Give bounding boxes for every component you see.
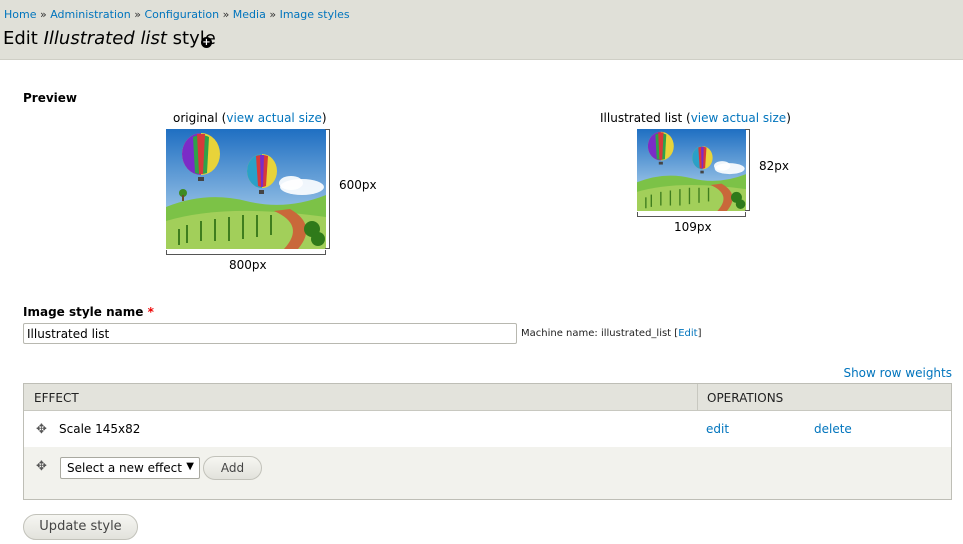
new-effect-select-value: Select a new effect	[67, 461, 182, 475]
original-width-bracket	[166, 250, 326, 255]
column-header-operations: Operations	[707, 391, 784, 405]
drag-handle-icon[interactable]: ✥	[35, 460, 48, 473]
effects-table: Effect Operations ✥ Scale 145x82 edit de…	[23, 383, 952, 500]
preview-label: Preview	[23, 91, 78, 105]
table-row: ✥ Scale 145x82 edit delete	[24, 411, 951, 447]
derivative-caption: Illustrated list (view actual size)	[600, 111, 791, 125]
table-header: Effect Operations	[24, 384, 951, 411]
breadcrumb-separator: »	[222, 8, 230, 21]
original-view-actual-size-link[interactable]: view actual size	[226, 111, 321, 125]
derivative-width-label: 109px	[674, 220, 712, 234]
style-name-label: Image style name *	[23, 305, 154, 319]
column-divider	[697, 384, 698, 411]
breadcrumb-administration[interactable]: Administration	[50, 8, 131, 21]
breadcrumb: Home » Administration » Configuration » …	[4, 8, 350, 21]
derivative-height-label: 82px	[759, 159, 789, 173]
page-title: Edit Illustrated list style	[3, 28, 216, 49]
title-prefix: Edit	[3, 28, 44, 49]
drag-handle-icon[interactable]: ✥	[35, 423, 48, 436]
breadcrumb-home[interactable]: Home	[4, 8, 36, 21]
breadcrumb-media[interactable]: Media	[233, 8, 266, 21]
add-shortcut-icon[interactable]: +	[201, 37, 212, 48]
original-preview-image[interactable]	[166, 129, 326, 249]
style-name-label-text: Image style name	[23, 305, 144, 319]
original-width-label: 800px	[229, 258, 267, 272]
derivative-width-bracket	[637, 212, 746, 217]
new-effect-select[interactable]: Select a new effect ▼	[60, 457, 200, 479]
effect-name: Scale 145x82	[59, 422, 141, 436]
add-effect-button[interactable]: Add	[203, 456, 262, 480]
breadcrumb-separator: »	[134, 8, 141, 21]
delete-effect-link[interactable]: delete	[814, 422, 852, 436]
original-height-label: 600px	[339, 178, 377, 192]
edit-effect-link[interactable]: edit	[706, 422, 729, 436]
original-caption-suffix: )	[321, 111, 327, 125]
update-style-button[interactable]: Update style	[23, 514, 138, 540]
machine-name-suffix: ]	[697, 328, 702, 339]
balloon-landscape-image	[166, 129, 326, 249]
column-header-effect: Effect	[34, 391, 79, 405]
required-marker: *	[147, 305, 154, 319]
original-caption: original (view actual size)	[173, 111, 327, 125]
title-style-name: Illustrated list	[43, 28, 167, 49]
breadcrumb-configuration[interactable]: Configuration	[144, 8, 219, 21]
original-caption-prefix: original (	[173, 111, 227, 125]
original-height-bracket	[325, 129, 330, 249]
machine-name-text: Machine name: illustrated_list [	[521, 328, 679, 339]
dropdown-caret-icon: ▼	[186, 461, 194, 472]
breadcrumb-separator: »	[269, 8, 277, 21]
style-name-input[interactable]	[23, 323, 517, 344]
balloon-landscape-image-scaled	[637, 129, 746, 211]
page-header: Home » Administration » Configuration » …	[0, 0, 963, 60]
derivative-caption-prefix: Illustrated list (	[600, 111, 691, 125]
derivative-caption-suffix: )	[786, 111, 791, 125]
show-row-weights-link[interactable]: Show row weights	[843, 366, 952, 380]
derivative-height-bracket	[745, 129, 750, 211]
machine-name: Machine name: illustrated_list [Edit]	[521, 328, 701, 339]
derivative-preview-image[interactable]	[637, 129, 746, 211]
machine-name-edit-link[interactable]: Edit	[678, 328, 697, 339]
breadcrumb-separator: »	[39, 8, 47, 21]
breadcrumb-image-styles[interactable]: Image styles	[280, 8, 350, 21]
derivative-view-actual-size-link[interactable]: view actual size	[691, 111, 786, 125]
